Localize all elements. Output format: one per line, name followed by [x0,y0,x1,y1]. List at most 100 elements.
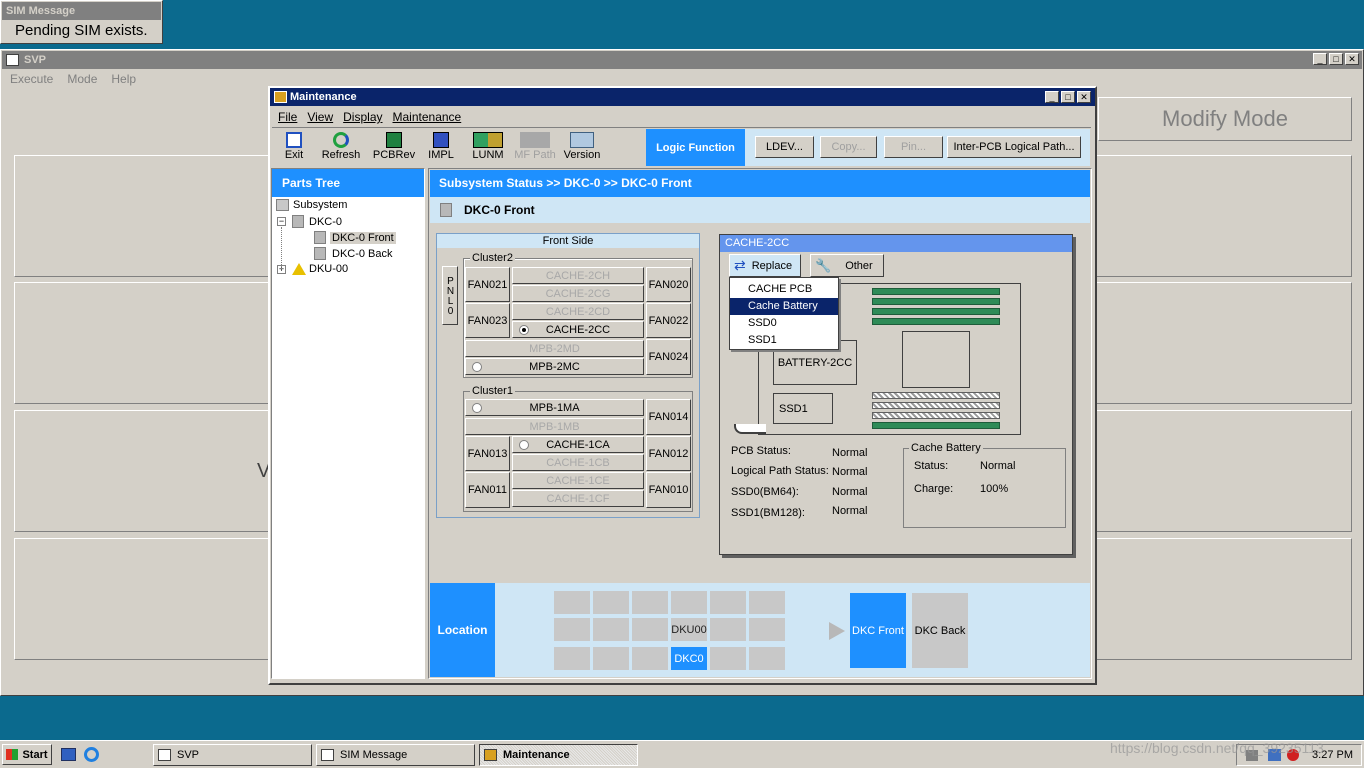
modify-mode-button[interactable]: Modify Mode [1098,97,1352,141]
menu-maintenance[interactable]: Maintenance [393,110,462,124]
tree-node-subsystem[interactable]: Subsystem [276,199,347,211]
fan020[interactable]: FAN020 [646,267,691,302]
ie-browser-icon[interactable] [84,747,99,762]
location-cell[interactable] [710,647,746,670]
slot-radio[interactable] [472,403,482,413]
toolbar-version-button[interactable]: Version [562,132,602,161]
ldev-button[interactable]: LDEV... [755,136,814,158]
tree-node-dkc-0[interactable]: − DKC-0 [277,215,342,228]
slot-cache-2cg[interactable]: CACHE-2CG [512,285,644,302]
slot-cache-2cd[interactable]: CACHE-2CD [512,303,644,320]
location-cell[interactable] [554,647,590,670]
slot-mpb-1mb[interactable]: MPB-1MB [465,418,644,435]
slot-radio[interactable] [472,362,482,372]
location-cell[interactable] [749,647,785,670]
toolbar-pcbrev-button[interactable]: PCBRev [372,132,416,161]
toolbar-mf-path-button[interactable]: MF Path [513,132,557,161]
fan014[interactable]: FAN014 [646,399,691,435]
slot-radio[interactable] [519,440,529,450]
svp-menu-help[interactable]: Help [111,72,136,86]
replace-button[interactable]: ⇄ Replace [729,254,801,277]
tree-node-dkc-0-back[interactable]: DKC-0 Back [314,247,395,260]
fan013[interactable]: FAN013 [465,436,510,471]
location-cell[interactable] [710,591,746,614]
location-cell[interactable] [554,618,590,641]
slot-cache-1ce[interactable]: CACHE-1CE [512,472,644,489]
location-cell[interactable] [593,591,629,614]
fan011[interactable]: FAN011 [465,472,510,508]
pin-button[interactable]: Pin... [884,136,943,158]
slot-mpb-1ma[interactable]: MPB-1MA [465,399,644,416]
slot-cache-2ch[interactable]: CACHE-2CH [512,267,644,284]
fan023[interactable]: FAN023 [465,303,510,338]
location-cell[interactable] [554,591,590,614]
slot-mpb-2md[interactable]: MPB-2MD [465,340,644,357]
location-cell[interactable] [749,618,785,641]
memory-slot [872,308,1000,315]
location-cell[interactable] [593,618,629,641]
dropdown-item-cache-pcb[interactable]: CACHE PCB [730,281,838,298]
maintenance-maximize-button[interactable]: □ [1061,91,1075,103]
location-cell[interactable] [632,618,668,641]
svp-minimize-button[interactable]: _ [1313,53,1327,65]
tree-node-dku-00[interactable]: + DKU-00 [277,263,348,275]
start-button[interactable]: Start [2,744,52,765]
replace-icon: ⇄ [734,257,746,273]
collapse-icon[interactable]: − [277,217,286,226]
tree-node-dkc-0-front[interactable]: DKC-0 Front [314,231,396,244]
taskbar-item-maintenance[interactable]: Maintenance [479,744,638,766]
sim-message-window[interactable]: SIM Message Pending SIM exists. [0,0,163,44]
taskbar-item-sim-message[interactable]: SIM Message [316,744,475,766]
other-button[interactable]: 🔧 Other [810,254,884,277]
menu-display[interactable]: Display [343,110,382,124]
svp-maximize-button[interactable]: □ [1329,53,1343,65]
dkc-front-button[interactable]: DKC Front [850,593,906,668]
slot-cache-1cf[interactable]: CACHE-1CF [512,490,644,507]
menu-view[interactable]: View [307,110,333,124]
dropdown-item-cache-battery[interactable]: Cache Battery [730,298,838,315]
location-cell-dku00[interactable]: DKU00 [671,618,707,641]
location-cell[interactable] [671,591,707,614]
fan021[interactable]: FAN021 [465,267,510,302]
pnl0-button[interactable]: PNL0 [442,266,458,325]
slot-cache-1cb[interactable]: CACHE-1CB [512,454,644,471]
dropdown-item-ssd0[interactable]: SSD0 [730,315,838,332]
toolbar-lunm-button[interactable]: LUNM [472,132,504,161]
fan024[interactable]: FAN024 [646,339,691,375]
taskbar-item-svp[interactable]: SVP [153,744,312,766]
memory-slot-empty [872,392,1000,399]
slot-cache-2cc[interactable]: CACHE-2CC [512,321,644,338]
svp-menu-execute[interactable]: Execute [10,72,53,86]
sim-message-titlebar[interactable]: SIM Message [2,2,161,20]
menu-file[interactable]: File [278,110,297,124]
location-cell[interactable] [710,618,746,641]
slot-radio-selected[interactable] [519,325,529,335]
slot-mpb-2mc[interactable]: MPB-2MC [465,358,644,375]
fan022[interactable]: FAN022 [646,303,691,338]
fan012[interactable]: FAN012 [646,436,691,471]
svp-close-button[interactable]: ✕ [1345,53,1359,65]
toolbar-exit-button[interactable]: Exit [279,132,309,161]
copy-button[interactable]: Copy... [820,136,877,158]
inter-pcb-logical-path-button[interactable]: Inter-PCB Logical Path... [947,136,1081,158]
maintenance-minimize-button[interactable]: _ [1045,91,1059,103]
fan010[interactable]: FAN010 [646,472,691,508]
show-desktop-icon[interactable] [61,748,76,761]
maintenance-titlebar[interactable]: Maintenance [270,88,1095,106]
location-cell[interactable] [632,591,668,614]
logical-path-status-label: Logical Path Status: [731,465,829,477]
svp-menu-mode[interactable]: Mode [67,72,97,86]
parts-tree-header: Parts Tree [272,169,424,197]
toolbar-impl-button[interactable]: IMPL [426,132,456,161]
location-cell[interactable] [632,647,668,670]
location-cell[interactable] [749,591,785,614]
location-cell-dkc0[interactable]: DKC0 [671,647,707,670]
slot-cache-1ca[interactable]: CACHE-1CA [512,436,644,453]
cabinet-icon [314,247,326,260]
svp-titlebar[interactable]: SVP [2,51,1362,69]
dkc-back-button[interactable]: DKC Back [912,593,968,668]
toolbar-refresh-button[interactable]: Refresh [320,132,362,161]
maintenance-close-button[interactable]: ✕ [1077,91,1091,103]
dropdown-item-ssd1[interactable]: SSD1 [730,332,838,349]
location-cell[interactable] [593,647,629,670]
